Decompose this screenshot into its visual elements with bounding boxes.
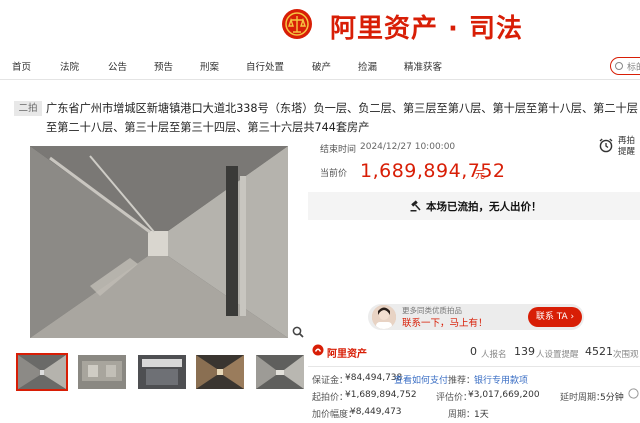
nav-precision-leads[interactable]: 精准获客 [404, 59, 442, 73]
alarm-clock-icon[interactable] [598, 137, 614, 153]
extension-label: 延时周期： [560, 393, 606, 403]
signup-label: 人报名 [481, 350, 507, 360]
view-label: 次围观 [613, 350, 639, 360]
thumbnail[interactable] [78, 355, 126, 389]
divider [308, 366, 640, 367]
thumbnail[interactable] [16, 353, 68, 391]
increment-value: ¥8,449,473 [350, 407, 402, 417]
how-to-pay-link[interactable]: 查看如何支付 [394, 373, 448, 386]
main-nav: 首页 法院 公告 预告 刑案 自行处置 破产 捡漏 精准获客 [0, 52, 640, 80]
end-time-label: 结束时间 [320, 145, 357, 155]
recommend-label: 推荐： [448, 376, 476, 386]
auction-round-badge: 二拍 [14, 101, 42, 116]
court-emblem-icon [282, 9, 312, 39]
deposit-label: 保证金： [312, 376, 349, 386]
remind-button[interactable]: 再拍提醒 [618, 136, 638, 158]
thumbnail[interactable] [256, 355, 304, 389]
platform-name: 阿里资产 [327, 349, 367, 360]
period-label: 周期： [448, 410, 476, 420]
nav-home[interactable]: 首页 [12, 59, 31, 73]
info-icon[interactable] [628, 388, 639, 399]
site-header: 阿里资产 · 司法 [0, 0, 640, 50]
site-brand[interactable]: 阿里资产 · 司法 [330, 8, 523, 45]
bank-payment-link[interactable]: 银行专用款项 [474, 373, 528, 386]
contact-ta-button[interactable]: 联系 TA › [528, 307, 582, 327]
nav-notices[interactable]: 公告 [108, 59, 127, 73]
price-unit: 元 [475, 170, 485, 181]
current-price-label: 当前价 [320, 169, 348, 179]
search-icon [615, 62, 623, 70]
extension-value: 5分钟 [600, 393, 624, 403]
gavel-icon [410, 200, 421, 212]
start-price-label: 起拍价： [312, 393, 349, 403]
thumbnail[interactable] [196, 355, 244, 389]
main-listing-photo[interactable] [30, 146, 288, 338]
nav-preview[interactable]: 预告 [154, 59, 173, 73]
end-time-value: 2024/12/27 10:00:00 [360, 142, 456, 152]
appraisal-label: 评估价： [436, 393, 473, 403]
reminder-count: 139 [514, 345, 535, 358]
nav-bankruptcy[interactable]: 破产 [312, 59, 331, 73]
listing-title: 广东省广州市增城区新塘镇港口大道北338号（东塔）负一层、负二层、第三层至第八层… [46, 102, 638, 134]
nav-bargains[interactable]: 捡漏 [358, 59, 377, 73]
auction-status-text: 本场已流拍，无人出价！ [426, 201, 542, 213]
reminder-label: 人设置提醒 [536, 350, 579, 360]
zoom-icon[interactable] [292, 326, 304, 338]
thumbnail[interactable] [138, 355, 186, 389]
appraisal-value: ¥3,017,669,200 [468, 390, 540, 400]
nav-criminal[interactable]: 刑案 [200, 59, 219, 73]
start-price-value: ¥1,689,894,752 [345, 390, 417, 400]
view-count: 4521 [585, 345, 613, 358]
nav-courts[interactable]: 法院 [60, 59, 79, 73]
nav-self-disposal[interactable]: 自行处置 [246, 59, 284, 73]
agent-avatar [372, 305, 396, 329]
corridor-photo [30, 146, 288, 338]
period-value: 1天 [474, 410, 489, 420]
search-input[interactable]: 标的 [610, 57, 640, 75]
signup-count: 0 [470, 345, 477, 358]
ali-asset-logo-icon [312, 344, 324, 356]
contact-text: 联系一下，马上有！ [402, 318, 488, 329]
